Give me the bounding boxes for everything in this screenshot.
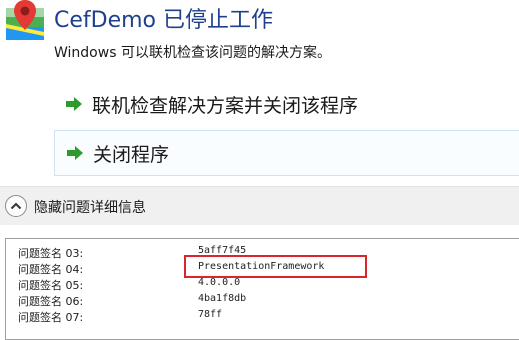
app-maps-icon (6, 0, 44, 40)
close-program-option[interactable]: 关闭程序 (54, 130, 519, 176)
chevron-up-icon (10, 202, 22, 210)
dialog-title: CefDemo 已停止工作 (54, 8, 274, 33)
problem-details-box[interactable]: 问题签名 03: 5aff7f45 问题签名 04: PresentationF… (5, 238, 519, 340)
green-arrow-icon (62, 94, 86, 114)
hide-details-label: 隐藏问题详细信息 (34, 200, 146, 216)
check-online-label: 联机检查解决方案并关闭该程序 (92, 94, 359, 117)
hide-details-button[interactable] (5, 195, 27, 217)
details-bar: 隐藏问题详细信息 (0, 187, 519, 225)
highlight-box (184, 255, 367, 278)
green-arrow-icon (63, 143, 87, 163)
dialog-header: CefDemo 已停止工作 Windows 可以联机检查该问题的解决方案。 联机… (0, 0, 519, 186)
close-program-label: 关闭程序 (93, 143, 170, 166)
dialog-subtitle: Windows 可以联机检查该问题的解决方案。 (54, 45, 331, 61)
check-online-option[interactable]: 联机检查解决方案并关闭该程序 (54, 82, 519, 126)
